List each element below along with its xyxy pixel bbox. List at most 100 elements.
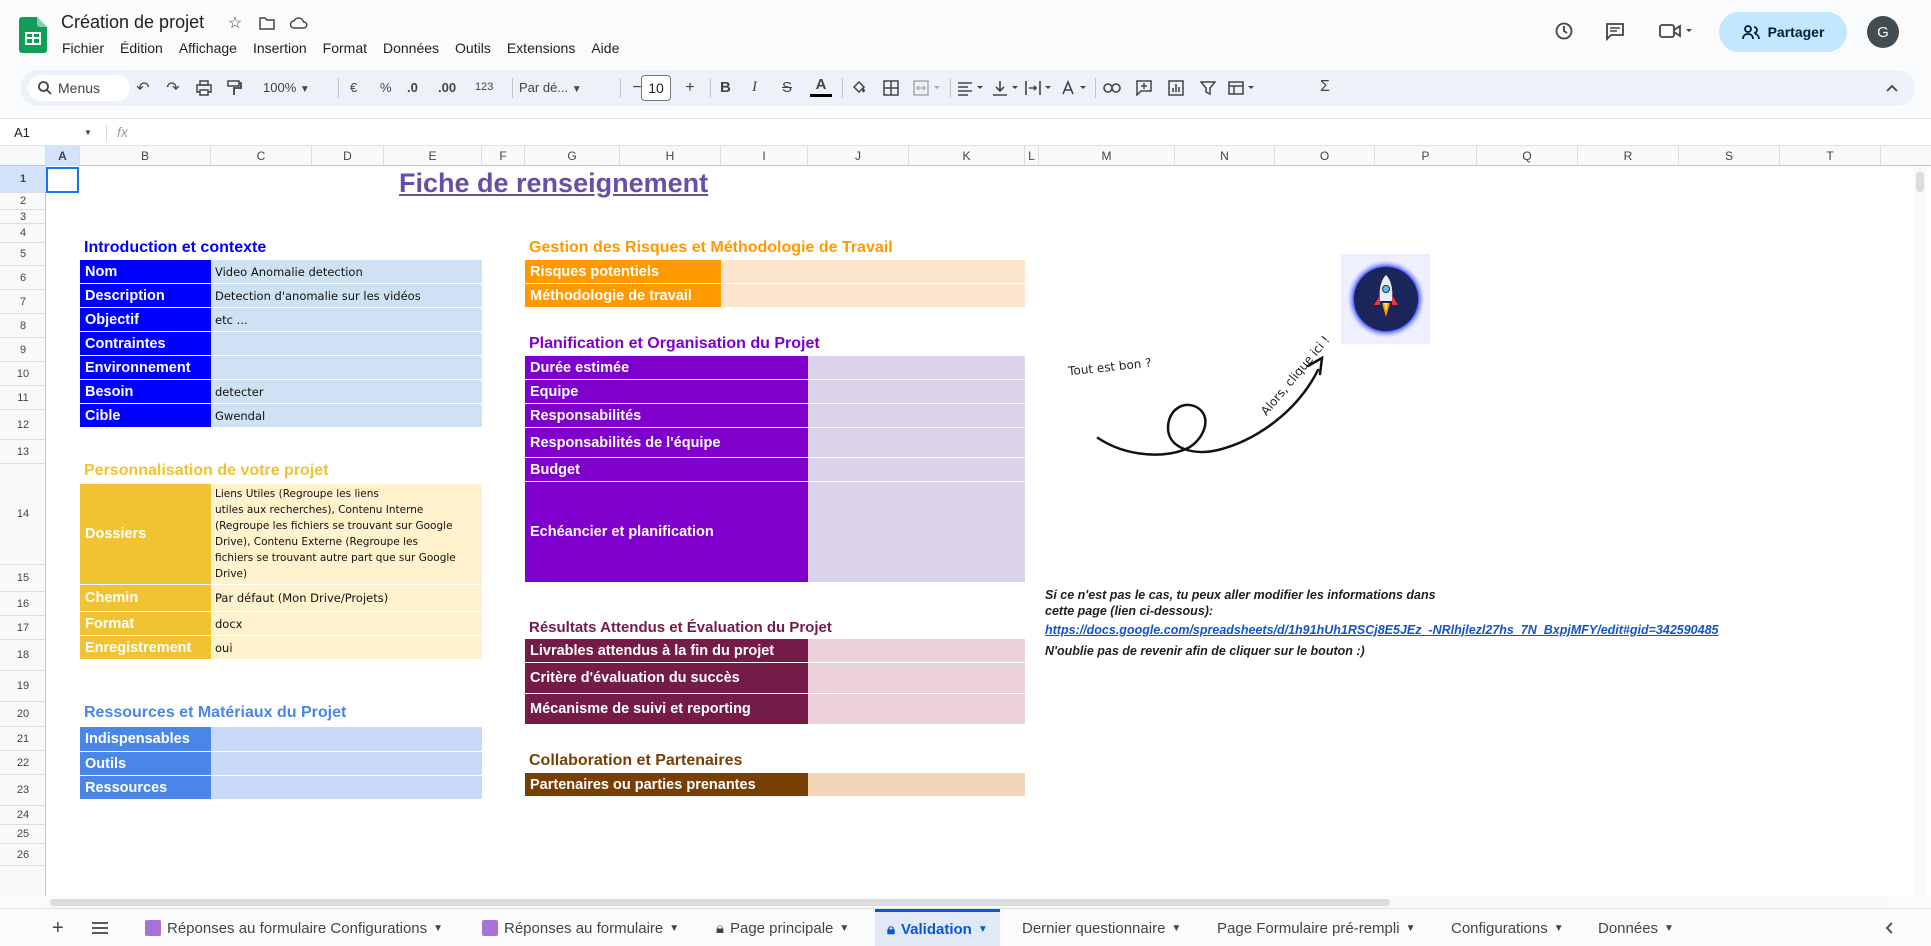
edit-page-link[interactable]: https://docs.google.com/spreadsheets/d/1…	[1045, 622, 1719, 638]
cell-value[interactable]: Video Anomalie detection	[211, 260, 482, 284]
comments-icon[interactable]	[1605, 21, 1625, 41]
functions-button[interactable]: Σ	[1320, 78, 1330, 96]
cell-value[interactable]	[808, 428, 1025, 458]
cell-value[interactable]: docx	[211, 612, 482, 636]
redo-icon[interactable]: ↷	[163, 78, 183, 98]
cell-value[interactable]	[808, 356, 1025, 380]
col-header-p[interactable]: P	[1375, 146, 1477, 166]
add-sheet-icon[interactable]: +	[52, 909, 64, 946]
document-title[interactable]: Création de projet	[61, 12, 204, 33]
col-header-q[interactable]: Q	[1477, 146, 1578, 166]
sheets-logo-icon[interactable]	[19, 17, 47, 53]
tab-configurations[interactable]: Configurations ▼	[1451, 909, 1564, 946]
cell-value[interactable]	[211, 332, 482, 356]
row-header[interactable]: 15	[0, 565, 46, 592]
col-header-l[interactable]: L	[1025, 146, 1039, 166]
tab-reponses-formulaire[interactable]: Réponses au formulaire ▼	[482, 909, 679, 946]
col-header-o[interactable]: O	[1275, 146, 1375, 166]
horizontal-align-icon[interactable]	[957, 78, 987, 98]
cell-value[interactable]	[211, 752, 482, 776]
row-header[interactable]: 13	[0, 440, 46, 464]
row-header[interactable]: 7	[0, 290, 46, 314]
filter-views-icon[interactable]	[1228, 78, 1258, 98]
col-header-r[interactable]: R	[1578, 146, 1679, 166]
increase-decimal-button[interactable]: .00	[438, 80, 456, 95]
cell-value[interactable]	[808, 404, 1025, 428]
menu-outils[interactable]: Outils	[447, 38, 499, 58]
tab-dernier-questionnaire[interactable]: Dernier questionnaire ▼	[1022, 909, 1181, 946]
col-header-m[interactable]: M	[1039, 146, 1175, 166]
row-header[interactable]: 18	[0, 640, 46, 671]
vertical-scrollbar[interactable]	[1914, 166, 1926, 896]
history-icon[interactable]	[1554, 21, 1574, 41]
text-rotation-icon[interactable]	[1060, 78, 1090, 98]
horizontal-scroll-thumb[interactable]	[50, 899, 1390, 906]
col-header-a[interactable]: A	[46, 146, 80, 166]
font-size-increase-icon[interactable]: +	[680, 78, 700, 98]
row-header[interactable]: 8	[0, 314, 46, 338]
font-size-input[interactable]: 10	[641, 75, 671, 101]
cell-value[interactable]	[211, 727, 482, 752]
menu-extensions[interactable]: Extensions	[499, 38, 583, 58]
tab-reponses-configurations[interactable]: Réponses au formulaire Configurations ▼	[145, 909, 443, 946]
col-header-e[interactable]: E	[384, 146, 482, 166]
italic-button[interactable]: I	[752, 79, 757, 96]
cell-value[interactable]	[721, 260, 1025, 284]
menu-affichage[interactable]: Affichage	[171, 38, 245, 58]
menus-search[interactable]: Menus	[28, 75, 130, 101]
menu-aide[interactable]: Aide	[583, 38, 627, 58]
share-button[interactable]: Partager	[1719, 12, 1847, 52]
all-sheets-icon[interactable]	[92, 909, 108, 946]
sheet-explorer-collapse-icon[interactable]	[1884, 909, 1894, 946]
row-header[interactable]: 14	[0, 464, 46, 565]
print-icon[interactable]	[194, 78, 214, 98]
col-header-c[interactable]: C	[211, 146, 312, 166]
decrease-decimal-button[interactable]: .0	[407, 80, 418, 95]
tab-page-principale[interactable]: 🔒︎ Page principale ▼	[716, 909, 849, 946]
menu-edition[interactable]: Édition	[112, 38, 171, 58]
row-header[interactable]: 2	[0, 193, 46, 210]
undo-icon[interactable]: ↶	[133, 78, 153, 98]
row-header[interactable]: 17	[0, 616, 46, 640]
col-header-n[interactable]: N	[1175, 146, 1275, 166]
row-header[interactable]: 21	[0, 727, 46, 751]
star-icon[interactable]: ☆	[225, 13, 245, 33]
strikethrough-button[interactable]: S	[782, 79, 792, 96]
fill-color-icon[interactable]	[849, 78, 869, 98]
cloud-status-icon[interactable]	[289, 13, 309, 33]
zoom-select[interactable]: 100% ▼	[263, 80, 310, 95]
cell-value[interactable]	[808, 663, 1025, 694]
col-header-f[interactable]: F	[482, 146, 525, 166]
col-header-i[interactable]: I	[721, 146, 808, 166]
col-header-b[interactable]: B	[80, 146, 211, 166]
cell-value[interactable]	[721, 284, 1025, 308]
collapse-toolbar-icon[interactable]	[1882, 78, 1902, 98]
tab-page-formulaire-pre-rempli[interactable]: Page Formulaire pré-rempli ▼	[1217, 909, 1415, 946]
col-header-s[interactable]: S	[1679, 146, 1780, 166]
selected-cell-a1[interactable]	[46, 167, 79, 193]
row-header[interactable]: 5	[0, 243, 46, 266]
row-header[interactable]: 11	[0, 386, 46, 410]
name-box[interactable]: A1	[14, 125, 30, 140]
tab-validation[interactable]: 🔒︎ Validation ▼	[875, 909, 1000, 946]
tab-donnees[interactable]: Données ▼	[1598, 909, 1674, 946]
cell-value[interactable]	[211, 776, 482, 800]
sheet-grid[interactable]: A B C D E F G H I J K L M N O P Q R S T …	[0, 146, 1931, 896]
formula-input[interactable]	[140, 121, 1900, 143]
row-header[interactable]: 19	[0, 671, 46, 702]
menu-format[interactable]: Format	[315, 38, 375, 58]
move-folder-icon[interactable]	[257, 13, 277, 33]
row-header[interactable]: 12	[0, 410, 46, 440]
insert-comment-icon[interactable]	[1134, 78, 1154, 98]
merge-cells-icon[interactable]	[913, 78, 943, 98]
vertical-align-icon[interactable]	[992, 78, 1022, 98]
validate-rocket-button[interactable]	[1341, 254, 1430, 344]
number-format-button[interactable]: 123	[475, 81, 493, 93]
cell-value[interactable]	[808, 482, 1025, 583]
cell-value[interactable]	[808, 694, 1025, 725]
row-header[interactable]: 6	[0, 266, 46, 290]
bold-button[interactable]: B	[720, 79, 731, 96]
vertical-scroll-thumb[interactable]	[1916, 172, 1924, 192]
col-header-h[interactable]: H	[620, 146, 721, 166]
insert-chart-icon[interactable]	[1166, 78, 1186, 98]
